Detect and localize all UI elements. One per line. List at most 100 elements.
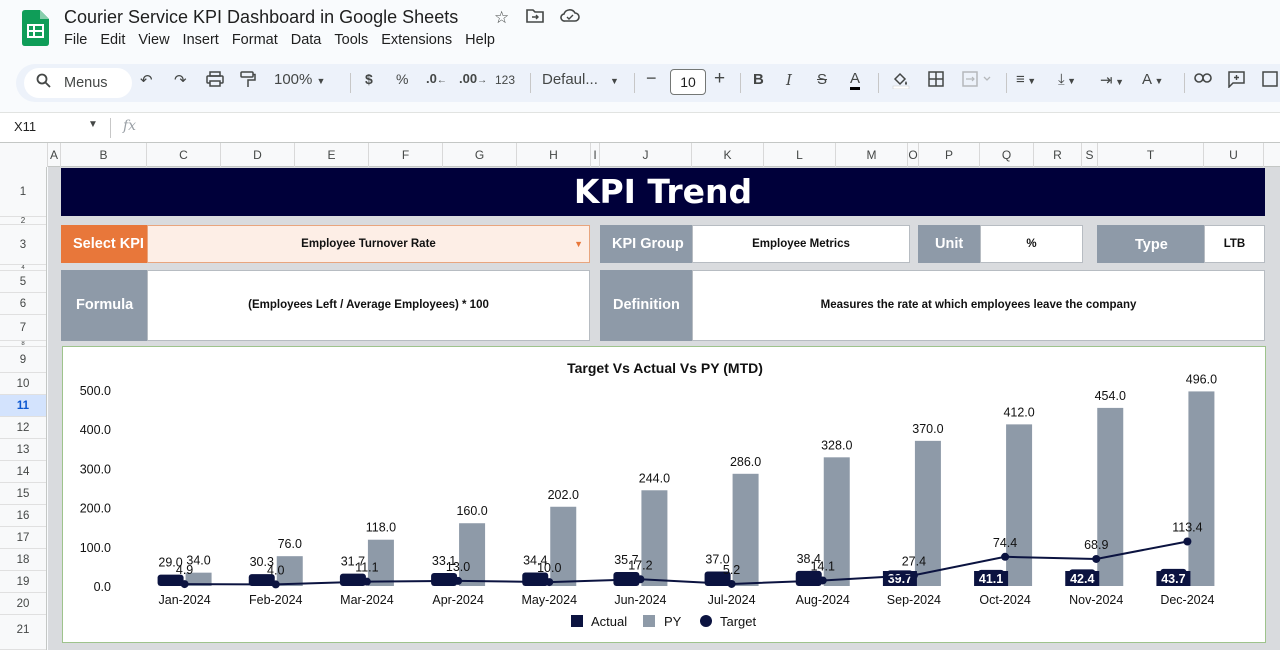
column-header-d[interactable]: D: [221, 143, 295, 167]
column-header-h[interactable]: H: [517, 143, 591, 167]
row-header-3[interactable]: 3: [0, 225, 46, 265]
row-header-16[interactable]: 16: [0, 505, 46, 527]
font-size-input[interactable]: 10: [670, 69, 706, 95]
row-header-15[interactable]: 15: [0, 483, 46, 505]
column-header-k[interactable]: K: [692, 143, 764, 167]
column-header-t[interactable]: T: [1098, 143, 1204, 167]
dropdown-caret-icon[interactable]: ▼: [574, 226, 583, 262]
menu-edit[interactable]: Edit: [94, 32, 131, 48]
target-data-label: 14.1: [811, 559, 835, 573]
row-header-10[interactable]: 10: [0, 373, 46, 395]
select-kpi-value: Employee Turnover Rate: [301, 238, 436, 250]
column-header-m[interactable]: M: [836, 143, 908, 167]
row-header-17[interactable]: 17: [0, 527, 46, 549]
column-header-e[interactable]: E: [295, 143, 369, 167]
kpi-chart[interactable]: Target Vs Actual Vs PY (MTD) 0.0 100.0 200.…: [62, 346, 1266, 643]
menu-view[interactable]: View: [132, 32, 175, 48]
row-header-9[interactable]: 9: [0, 347, 46, 373]
horizontal-align-icon[interactable]: ≡ ▼: [1016, 71, 1036, 88]
text-color-icon[interactable]: A: [850, 71, 861, 90]
column-header-c[interactable]: C: [147, 143, 221, 167]
column-header-b[interactable]: B: [61, 143, 147, 167]
select-kpi-dropdown[interactable]: Employee Turnover Rate ▼: [147, 225, 590, 263]
column-header-f[interactable]: F: [369, 143, 443, 167]
increase-decimal-button[interactable]: .00→: [459, 71, 487, 86]
borders-icon[interactable]: [928, 71, 944, 91]
redo-icon[interactable]: ↷: [174, 71, 187, 89]
italic-icon[interactable]: I: [786, 71, 792, 89]
column-header-r[interactable]: R: [1034, 143, 1082, 167]
google-sheets-logo-icon[interactable]: [22, 10, 49, 46]
insert-link-icon[interactable]: [1194, 71, 1212, 88]
row-header-18[interactable]: 18: [0, 549, 46, 571]
row-header-21[interactable]: 21: [0, 615, 46, 650]
py-data-label: 370.0: [912, 422, 943, 436]
menu-data[interactable]: Data: [285, 32, 328, 48]
row-header-2[interactable]: 2: [0, 217, 46, 225]
row-header-11[interactable]: 11: [0, 395, 46, 417]
text-wrapping-icon[interactable]: ⇥ ▼: [1100, 71, 1124, 89]
column-header-i[interactable]: I: [591, 143, 600, 167]
document-title[interactable]: Courier Service KPI Dashboard in Google …: [64, 7, 458, 28]
column-header-q[interactable]: Q: [980, 143, 1034, 167]
more-formats-button[interactable]: 123: [495, 73, 515, 87]
column-header-u[interactable]: U: [1204, 143, 1264, 167]
menu-tools[interactable]: Tools: [328, 32, 374, 48]
column-header-l[interactable]: L: [764, 143, 836, 167]
merge-cells-icon[interactable]: [962, 71, 992, 91]
strikethrough-icon[interactable]: S: [817, 71, 827, 88]
menu-insert[interactable]: Insert: [177, 32, 225, 48]
name-box[interactable]: X11: [14, 119, 36, 134]
select-all-corner[interactable]: [0, 143, 48, 167]
bold-icon[interactable]: B: [753, 71, 764, 88]
currency-format-button[interactable]: $: [365, 71, 373, 87]
menu-extensions[interactable]: Extensions: [375, 32, 458, 48]
target-data-label: 4.9: [176, 563, 193, 577]
percent-format-button[interactable]: %: [396, 71, 408, 87]
target-point: [818, 576, 827, 585]
row-header-6[interactable]: 6: [0, 293, 46, 315]
column-header-j[interactable]: J: [600, 143, 692, 167]
row-header-1[interactable]: 1: [0, 167, 46, 217]
column-header-o[interactable]: O: [908, 143, 919, 167]
row-header-14[interactable]: 14: [0, 461, 46, 483]
cloud-saved-icon[interactable]: [560, 8, 580, 29]
row-header-19[interactable]: 19: [0, 571, 46, 593]
target-point: [727, 579, 736, 588]
x-tick-label: Feb-2024: [249, 593, 303, 607]
menu-help[interactable]: Help: [459, 32, 501, 48]
target-point: [636, 575, 645, 584]
row-header-20[interactable]: 20: [0, 593, 46, 615]
increase-font-size-button[interactable]: +: [714, 68, 725, 90]
sheet-grid[interactable]: KPI Trend Select KPI Employee Turnover R…: [48, 167, 1280, 650]
y-tick-label: 300.0: [80, 462, 111, 476]
column-header-g[interactable]: G: [443, 143, 517, 167]
text-rotation-icon[interactable]: A ▼: [1142, 71, 1163, 88]
search-menus-button[interactable]: Menus: [24, 68, 132, 98]
menu-file[interactable]: File: [64, 32, 93, 48]
move-folder-icon[interactable]: [526, 8, 544, 29]
row-header-13[interactable]: 13: [0, 439, 46, 461]
zoom-select[interactable]: 100% ▼: [274, 71, 325, 88]
search-menus-label: Menus: [64, 75, 108, 91]
name-box-caret-icon[interactable]: ▼: [88, 119, 98, 130]
row-header-7[interactable]: 7: [0, 315, 46, 341]
decrease-decimal-button[interactable]: .0←: [426, 71, 447, 86]
column-header-s[interactable]: S: [1082, 143, 1098, 167]
row-header-12[interactable]: 12: [0, 417, 46, 439]
star-icon[interactable]: ☆: [494, 8, 509, 28]
row-header-5[interactable]: 5: [0, 271, 46, 293]
decrease-font-size-button[interactable]: −: [646, 68, 657, 89]
fill-color-icon[interactable]: [892, 71, 910, 93]
paint-format-icon[interactable]: [240, 71, 256, 92]
undo-icon[interactable]: ↶: [140, 71, 153, 89]
print-icon[interactable]: [206, 71, 224, 91]
insert-chart-icon[interactable]: [1262, 71, 1278, 91]
font-family-select[interactable]: Defaul... ▼: [542, 71, 619, 88]
column-header-p[interactable]: P: [919, 143, 980, 167]
insert-comment-icon[interactable]: [1228, 71, 1245, 92]
py-data-label: 286.0: [730, 455, 761, 469]
vertical-align-icon[interactable]: ⤓ ▼: [1058, 71, 1076, 88]
column-header-a[interactable]: A: [48, 143, 61, 167]
menu-format[interactable]: Format: [226, 32, 284, 48]
